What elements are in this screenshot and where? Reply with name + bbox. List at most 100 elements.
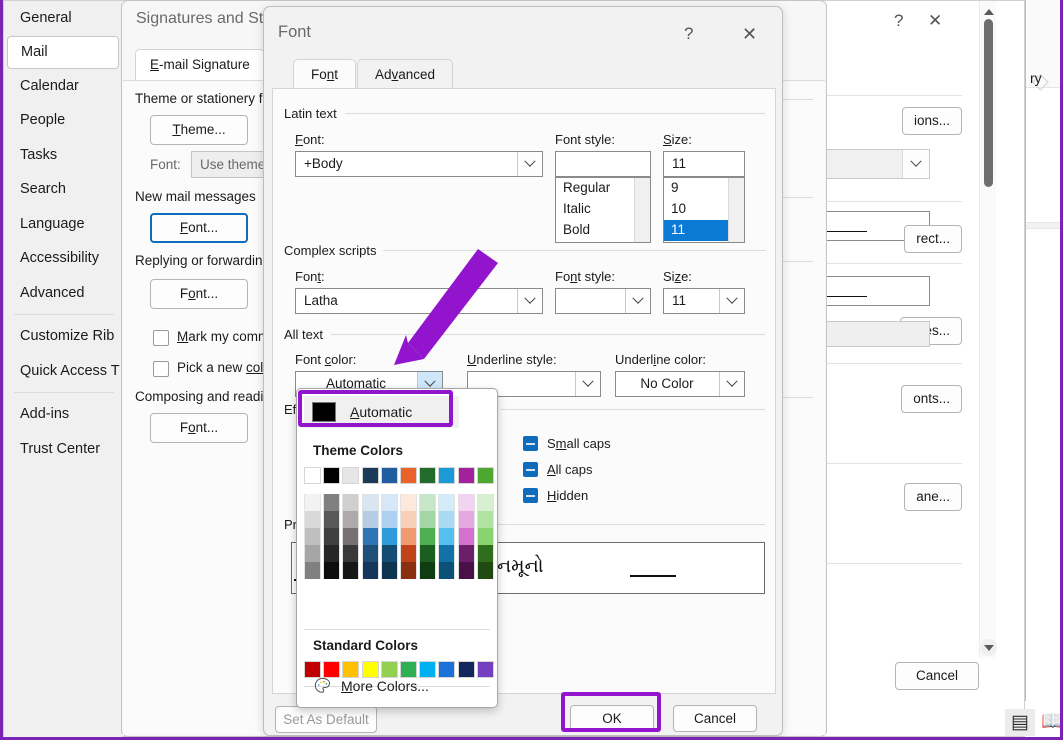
checkbox-hidden[interactable] (523, 488, 538, 503)
help-icon[interactable]: ? (894, 11, 903, 31)
theme-variant-swatch-4-8[interactable] (457, 562, 475, 579)
composing-font-button[interactable]: Font... (150, 413, 248, 443)
theme-variant-swatch-2-5[interactable] (400, 528, 417, 545)
theme-color-swatch-1[interactable] (323, 467, 341, 484)
sidebar-item-trust-center[interactable]: Trust Center (4, 432, 122, 467)
theme-variant-swatch-3-2[interactable] (342, 545, 360, 562)
latin-size-input[interactable]: 11 (663, 151, 745, 177)
sidebar-item-add-ins[interactable]: Add-ins (4, 397, 122, 432)
theme-color-variants-grid[interactable] (304, 494, 494, 579)
theme-variant-swatch-0-9[interactable] (476, 494, 494, 511)
font-dialog-close-icon[interactable]: ✕ (742, 24, 757, 45)
complex-size-combobox[interactable]: 11 (663, 288, 745, 314)
theme-variant-swatch-1-8[interactable] (457, 511, 475, 528)
theme-variant-swatch-1-7[interactable] (438, 511, 456, 528)
replying-font-button[interactable]: Font... (150, 279, 248, 309)
sidebar-item-quick-access-toolbar[interactable]: Quick Access T (4, 354, 122, 389)
options-nav-list[interactable]: General Mail Calendar People Tasks Searc… (4, 1, 122, 738)
theme-variant-swatch-0-5[interactable] (400, 494, 417, 511)
latin-style-listbox[interactable]: Regular Italic Bold (555, 177, 651, 243)
sidebar-item-tasks[interactable]: Tasks (4, 138, 122, 173)
sidebar-item-language[interactable]: Language (4, 207, 122, 242)
theme-variant-swatch-1-3[interactable] (361, 511, 379, 528)
sidebar-item-people[interactable]: People (4, 103, 122, 138)
more-colors-option[interactable]: More Colors... (313, 676, 429, 695)
theme-variant-swatch-0-8[interactable] (457, 494, 475, 511)
theme-variant-swatch-4-7[interactable] (438, 562, 456, 579)
theme-variant-swatch-4-9[interactable] (476, 562, 494, 579)
theme-variant-swatch-2-0[interactable] (304, 528, 321, 545)
checkbox-small-caps[interactable] (523, 436, 538, 451)
standard-color-swatch-8[interactable] (457, 661, 475, 678)
theme-variant-swatch-0-2[interactable] (342, 494, 360, 511)
complex-font-chevron-down-icon[interactable] (517, 289, 542, 313)
theme-variant-swatch-3-0[interactable] (304, 545, 321, 562)
theme-variant-swatch-3-8[interactable] (457, 545, 475, 562)
theme-variant-swatch-0-3[interactable] (361, 494, 379, 511)
theme-color-swatch-4[interactable] (380, 467, 398, 484)
standard-color-swatch-7[interactable] (438, 661, 456, 678)
checkbox-all-caps[interactable] (523, 462, 538, 477)
theme-variant-swatch-2-9[interactable] (476, 528, 494, 545)
theme-color-swatch-6[interactable] (419, 467, 437, 484)
theme-color-swatch-2[interactable] (342, 467, 360, 484)
latin-font-combobox[interactable]: +Body (295, 151, 543, 177)
complex-size-chevron-down-icon[interactable] (719, 289, 744, 313)
sidebar-item-customize-ribbon[interactable]: Customize Rib (4, 319, 122, 354)
tab-advanced[interactable]: Advanced (357, 59, 454, 89)
sidebar-item-search[interactable]: Search (4, 172, 122, 207)
font-color-dropdown-panel[interactable]: Automatic Theme Colors Standard Colors M… (296, 388, 498, 708)
theme-variant-swatch-2-8[interactable] (457, 528, 475, 545)
theme-variant-swatch-0-4[interactable] (380, 494, 398, 511)
set-as-default-button[interactable]: Set As Default (275, 706, 377, 733)
theme-variant-swatch-2-1[interactable] (323, 528, 341, 545)
font-dialog-cancel-button[interactable]: Cancel (673, 705, 757, 732)
options-button-5[interactable]: ane... (904, 483, 962, 511)
theme-variant-swatch-1-0[interactable] (304, 511, 321, 528)
checkbox-pick-new-color[interactable] (153, 361, 169, 377)
latin-size-listbox-scrollbar[interactable] (728, 178, 744, 242)
theme-variant-swatch-1-1[interactable] (323, 511, 341, 528)
options-button-1[interactable]: ions... (901, 107, 962, 135)
theme-variant-swatch-3-6[interactable] (419, 545, 437, 562)
theme-variant-swatch-2-7[interactable] (438, 528, 456, 545)
theme-variant-swatch-0-7[interactable] (438, 494, 456, 511)
theme-variant-swatch-1-5[interactable] (400, 511, 417, 528)
theme-variant-swatch-4-1[interactable] (323, 562, 341, 579)
tab-email-signature[interactable]: E-mail Signature (135, 49, 265, 81)
underline-color-chevron-down-icon[interactable] (719, 372, 744, 396)
theme-variant-swatch-1-4[interactable] (380, 511, 398, 528)
theme-color-swatch-5[interactable] (400, 467, 417, 484)
complex-style-combobox[interactable] (555, 288, 651, 314)
theme-variant-swatch-4-5[interactable] (400, 562, 417, 579)
theme-color-swatch-0[interactable] (304, 467, 321, 484)
theme-color-swatch-8[interactable] (457, 467, 475, 484)
options-scrollbar[interactable] (979, 1, 997, 658)
sidebar-item-advanced[interactable]: Advanced (4, 276, 122, 311)
theme-variant-swatch-0-1[interactable] (323, 494, 341, 511)
options-button-2[interactable]: rect... (904, 225, 962, 253)
sidebar-item-accessibility[interactable]: Accessibility (4, 241, 122, 276)
theme-variant-swatch-4-4[interactable] (380, 562, 398, 579)
theme-variant-swatch-2-3[interactable] (361, 528, 379, 545)
theme-variant-swatch-1-9[interactable] (476, 511, 494, 528)
automatic-color-option[interactable]: Automatic (304, 396, 459, 428)
theme-button[interactable]: Theme... (150, 115, 248, 145)
standard-color-swatch-9[interactable] (476, 661, 494, 678)
theme-variant-swatch-3-4[interactable] (380, 545, 398, 562)
layout-view-icon[interactable]: ▤ (1005, 709, 1035, 736)
options-button-4[interactable]: onts... (901, 385, 962, 413)
theme-variant-swatch-3-1[interactable] (323, 545, 341, 562)
font-dialog-help-icon[interactable]: ? (684, 24, 693, 44)
theme-variant-swatch-3-5[interactable] (400, 545, 417, 562)
scroll-up-arrow-icon[interactable] (980, 3, 997, 20)
sidebar-item-mail[interactable]: Mail (7, 35, 119, 69)
tab-font[interactable]: Font (293, 59, 357, 89)
theme-variant-swatch-4-2[interactable] (342, 562, 360, 579)
complex-font-combobox[interactable]: Latha (295, 288, 543, 314)
theme-variant-swatch-3-9[interactable] (476, 545, 494, 562)
sidebar-item-general[interactable]: General (4, 1, 122, 36)
options-cancel-button[interactable]: Cancel (895, 662, 979, 690)
underline-style-chevron-down-icon[interactable] (575, 372, 600, 396)
theme-variant-swatch-3-7[interactable] (438, 545, 456, 562)
